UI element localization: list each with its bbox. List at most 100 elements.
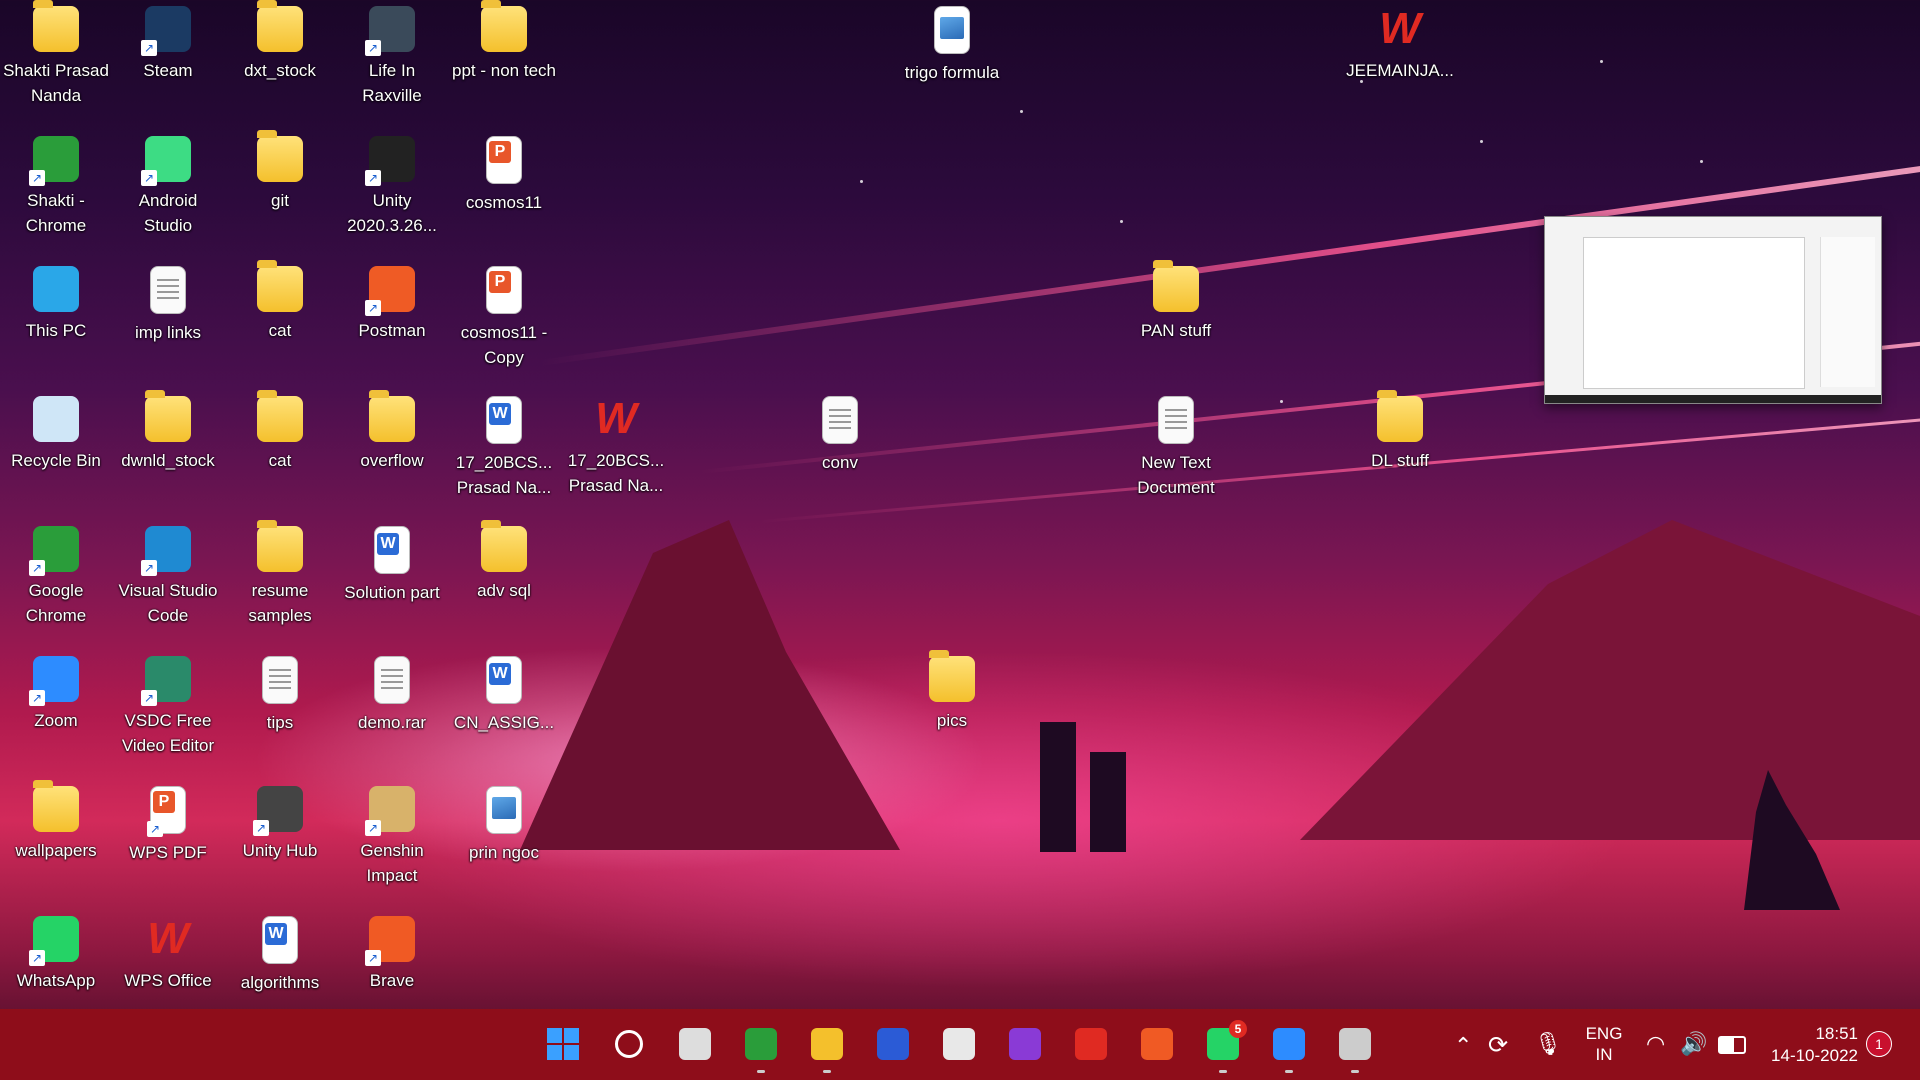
word-file-icon bbox=[262, 916, 298, 964]
desktop-icon[interactable]: dwnld_stock bbox=[112, 390, 224, 473]
file-explorer-button[interactable] bbox=[806, 1023, 848, 1073]
clock[interactable]: 18:51 14-10-2022 bbox=[1762, 1023, 1858, 1067]
zoom-icon bbox=[29, 656, 79, 706]
task-view-button[interactable] bbox=[674, 1023, 716, 1065]
desktop-icon-label: demo.rar bbox=[357, 713, 427, 732]
desktop-icon[interactable]: prin ngoc bbox=[448, 780, 560, 865]
desktop-icon[interactable]: Zoom bbox=[0, 650, 112, 733]
desktop-icon[interactable]: Unity 2020.3.26... bbox=[336, 130, 448, 238]
chrome-button[interactable] bbox=[740, 1023, 782, 1073]
desktop-icon[interactable]: imp links bbox=[112, 260, 224, 345]
whatsapp-button[interactable]: 5 bbox=[1202, 1020, 1247, 1073]
text-file-icon bbox=[150, 266, 186, 314]
desktop-icon[interactable]: PAN stuff bbox=[1120, 260, 1232, 343]
desktop-icon-label: cat bbox=[268, 451, 292, 470]
steam-icon bbox=[141, 6, 191, 56]
desktop-icon[interactable]: Unity Hub bbox=[224, 780, 336, 863]
pdf-file-icon bbox=[486, 136, 522, 184]
desktop-icon[interactable]: CN_ASSIG... bbox=[448, 650, 560, 735]
chrome-icon bbox=[29, 526, 79, 576]
folder-icon bbox=[811, 1028, 843, 1060]
clock-date: 14-10-2022 bbox=[1771, 1046, 1858, 1065]
notification-badge[interactable]: 1 bbox=[1866, 1031, 1892, 1057]
desktop-icon[interactable]: Google Chrome bbox=[0, 520, 112, 628]
desktop-icon[interactable]: dxt_stock bbox=[224, 0, 336, 83]
desktop-icon[interactable]: resume samples bbox=[224, 520, 336, 628]
search-icon bbox=[615, 1030, 643, 1058]
desktop-icon[interactable]: wallpapers bbox=[0, 780, 112, 863]
wifi-icon[interactable]: ◠ bbox=[1646, 1031, 1665, 1057]
star bbox=[1700, 160, 1703, 163]
battery-icon[interactable] bbox=[1718, 1036, 1746, 1054]
wallpaper-mountain bbox=[1300, 520, 1920, 840]
desktop-icon[interactable]: DL stuff bbox=[1344, 390, 1456, 473]
windows-start-icon bbox=[547, 1028, 579, 1060]
desktop-icon[interactable]: 17_20BCS... Prasad Na... bbox=[560, 390, 672, 498]
desktop-icon[interactable]: conv bbox=[784, 390, 896, 475]
desktop-icon[interactable]: Life In Raxville bbox=[336, 0, 448, 108]
language-indicator[interactable]: ENG IN bbox=[1582, 1023, 1626, 1065]
desktop-icon[interactable]: Brave bbox=[336, 910, 448, 993]
chrome-icon bbox=[745, 1028, 777, 1060]
start-tile bbox=[564, 1045, 579, 1060]
desktop-icon[interactable]: adv sql bbox=[448, 520, 560, 603]
desktop-icon[interactable]: cosmos11 - Copy bbox=[448, 260, 560, 370]
desktop-icon[interactable]: WPS Office bbox=[112, 910, 224, 993]
zoom-button[interactable] bbox=[1268, 1023, 1310, 1073]
desktop-icon[interactable]: git bbox=[224, 130, 336, 213]
desktop-icon[interactable]: WhatsApp bbox=[0, 910, 112, 993]
volume-icon[interactable]: 🔊 bbox=[1680, 1031, 1707, 1057]
desktop-icon[interactable]: 17_20BCS... Prasad Na... bbox=[448, 390, 560, 500]
brave-button[interactable] bbox=[1136, 1023, 1178, 1065]
app-button-b[interactable] bbox=[1004, 1023, 1046, 1065]
media-icon bbox=[1009, 1028, 1041, 1060]
desktop-icon[interactable]: ppt - non tech bbox=[448, 0, 560, 83]
desktop-icon[interactable]: Shakti - Chrome bbox=[0, 130, 112, 238]
microphone-icon[interactable]: 🎙 bbox=[1534, 1031, 1562, 1057]
desktop-icon[interactable]: trigo formula bbox=[896, 0, 1008, 85]
desktop-icon[interactable]: Postman bbox=[336, 260, 448, 343]
desktop-icon[interactable]: Genshin Impact bbox=[336, 780, 448, 888]
desktop-icon[interactable]: algorithms bbox=[224, 910, 336, 995]
app-button-a[interactable] bbox=[872, 1023, 914, 1065]
desktop-icon[interactable]: Steam bbox=[112, 0, 224, 83]
desktop-icon[interactable]: cosmos11 bbox=[448, 130, 560, 215]
desktop-icon[interactable]: pics bbox=[896, 650, 1008, 733]
desktop-icon[interactable]: overflow bbox=[336, 390, 448, 473]
desktop-icon-label: WhatsApp bbox=[16, 971, 96, 990]
folder-icon bbox=[481, 520, 527, 572]
desktop-icon[interactable]: This PC bbox=[0, 260, 112, 343]
desktop-icon[interactable]: Shakti Prasad Nanda bbox=[0, 0, 112, 108]
settings-button[interactable] bbox=[1334, 1023, 1376, 1073]
desktop-icon[interactable]: Recycle Bin bbox=[0, 390, 112, 473]
window-preview-thumbnail[interactable] bbox=[1544, 216, 1882, 404]
desktop-icon[interactable]: VSDC Free Video Editor bbox=[112, 650, 224, 758]
desktop-icon[interactable]: tips bbox=[224, 650, 336, 735]
preview-taskbar bbox=[1545, 395, 1881, 403]
wps-button[interactable] bbox=[1070, 1023, 1112, 1065]
search-button[interactable] bbox=[608, 1023, 650, 1065]
folder-icon bbox=[481, 0, 527, 52]
desktop-icon-label: ppt - non tech bbox=[452, 61, 556, 80]
wps-icon bbox=[1377, 6, 1423, 52]
desktop-icon[interactable]: Visual Studio Code bbox=[112, 520, 224, 628]
start-button[interactable] bbox=[542, 1023, 584, 1065]
desktop-icon[interactable]: Android Studio bbox=[112, 130, 224, 238]
vsdc-icon bbox=[141, 656, 191, 706]
desktop-icon-label: Shakti - Chrome bbox=[25, 191, 87, 235]
tray-overflow-chevron-icon[interactable]: ⌃ bbox=[1454, 1033, 1472, 1059]
desktop-icon[interactable]: cat bbox=[224, 390, 336, 473]
desktop-icon[interactable]: JEEMAINJA... bbox=[1344, 0, 1456, 83]
snipping-tool-button[interactable] bbox=[938, 1023, 980, 1065]
desktop-icon[interactable]: WPS PDF bbox=[112, 780, 224, 865]
desktop-icon-label: Recycle Bin bbox=[11, 451, 101, 470]
desktop-icon[interactable]: demo.rar bbox=[336, 650, 448, 735]
desktop-icon[interactable]: New Text Document bbox=[1120, 390, 1232, 500]
desktop-icon[interactable]: cat bbox=[224, 260, 336, 343]
unity-icon bbox=[365, 136, 415, 186]
taskbar: 5 ⌃ ⟳ 🎙 ENG IN ◠ 🔊 18:51 14-10-2022 1 bbox=[0, 1009, 1920, 1080]
desktop-icon[interactable]: Solution part bbox=[336, 520, 448, 605]
word-file-icon bbox=[486, 396, 522, 444]
desktop-icon-label: dxt_stock bbox=[244, 61, 316, 80]
sync-icon[interactable]: ⟳ bbox=[1488, 1031, 1508, 1060]
